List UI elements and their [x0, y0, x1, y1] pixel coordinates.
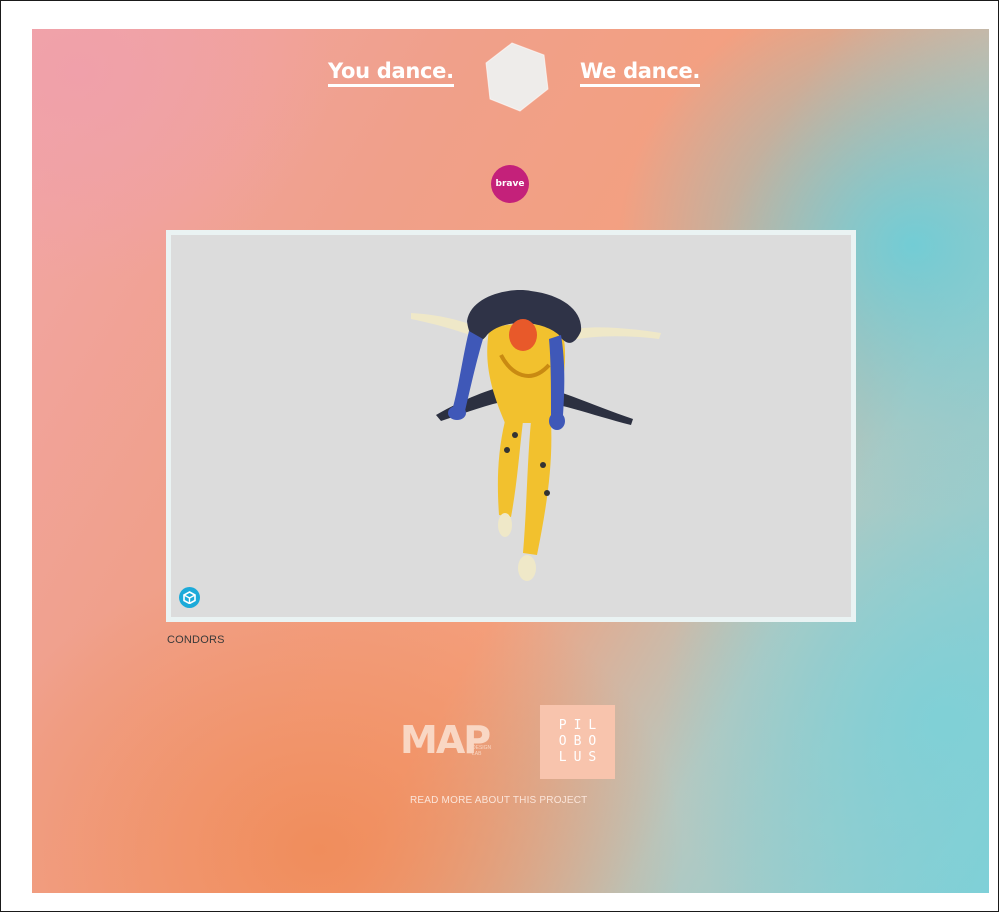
brave-tag-label: brave [495, 179, 525, 189]
pilobolus-logo-line: OBO [558, 734, 604, 749]
pilobolus-logo[interactable]: PIL OBO LUS [540, 705, 615, 779]
cube-glyph-icon [183, 591, 196, 604]
map-logo-subtext: DESIGN LAB [472, 745, 491, 757]
brave-tag-button[interactable]: brave [491, 165, 529, 203]
sketchfab-cube-icon[interactable] [179, 587, 200, 608]
read-more-link[interactable]: READ MORE ABOUT THIS PROJECT [410, 795, 587, 806]
page-frame: You dance. We dance. brave CONDORS MAP D… [0, 0, 999, 912]
map-design-lab-logo[interactable]: MAP DESIGN LAB [400, 719, 496, 761]
pilobolus-logo-line: LUS [558, 750, 604, 765]
pilobolus-logo-line: PIL [558, 718, 604, 733]
model-caption: CONDORS [167, 634, 225, 646]
hexagon-icon[interactable] [482, 41, 554, 113]
map-logo-sub-line: LAB [472, 751, 482, 757]
nav-we-dance-link[interactable]: We dance. [580, 59, 700, 87]
dancers-model-render[interactable] [171, 235, 851, 617]
gradient-stage: You dance. We dance. brave CONDORS MAP D… [32, 29, 989, 893]
3d-model-viewer[interactable] [166, 230, 856, 622]
nav-you-dance-link[interactable]: You dance. [328, 59, 454, 87]
